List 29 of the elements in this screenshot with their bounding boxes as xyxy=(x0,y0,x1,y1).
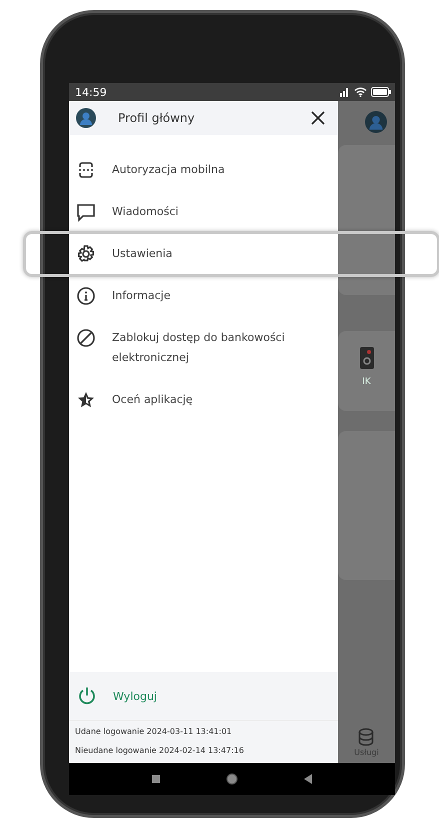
app-tile-icon xyxy=(360,347,374,369)
login-info-text: Udane logowanie 2024-03-11 13:41:01 xyxy=(75,727,233,736)
settings-icon xyxy=(76,244,96,264)
profile-title: Profil główny xyxy=(118,111,196,125)
message-icon xyxy=(76,202,96,222)
home-icon[interactable] xyxy=(226,773,238,785)
status-time: 14:59 xyxy=(75,86,107,98)
menu-item[interactable]: Ustawienia xyxy=(69,233,338,275)
menu-item[interactable]: Zablokuj dostęp do bankowości elektronicznej xyxy=(69,317,338,379)
info-icon xyxy=(76,286,96,306)
menu-item[interactable]: Oceń aplikację xyxy=(69,379,338,421)
star-icon xyxy=(76,390,96,410)
menu-item[interactable]: Wiadomości xyxy=(69,191,338,233)
close-icon[interactable] xyxy=(310,110,326,126)
menu-item[interactable]: Autoryzacja mobilna xyxy=(69,149,338,191)
login-info-text: Nieudane logowanie 2024-02-14 13:47:16 xyxy=(75,746,245,755)
battery-icon xyxy=(371,87,391,97)
logout-button[interactable]: Wyloguj xyxy=(69,672,338,720)
database-icon xyxy=(358,728,374,746)
power-icon xyxy=(77,686,97,706)
tile-label: IK xyxy=(362,377,371,387)
back-icon[interactable] xyxy=(304,774,312,784)
avatar-icon xyxy=(364,111,386,133)
signal-icon xyxy=(338,87,350,97)
avatar-icon[interactable] xyxy=(76,108,96,128)
keypad-icon xyxy=(76,160,96,180)
menu-item[interactable]: Informacje xyxy=(69,275,338,317)
block-icon xyxy=(76,328,96,348)
wifi-icon xyxy=(354,87,367,97)
